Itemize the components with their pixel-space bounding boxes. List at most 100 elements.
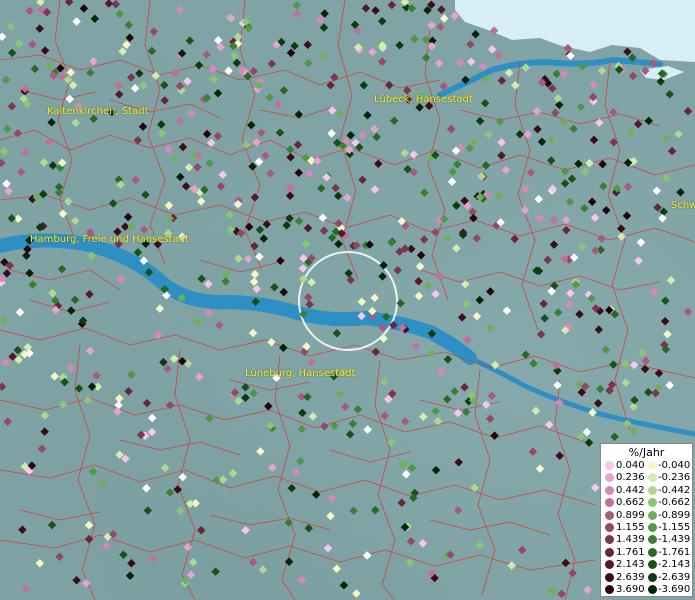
station-marker[interactable] <box>666 275 676 285</box>
station-marker[interactable] <box>320 9 329 18</box>
station-marker[interactable] <box>521 184 531 194</box>
station-marker[interactable] <box>72 576 81 585</box>
station-marker[interactable] <box>567 174 577 183</box>
station-marker[interactable] <box>568 568 577 578</box>
station-marker[interactable] <box>434 59 444 68</box>
station-marker[interactable] <box>660 317 670 326</box>
station-marker[interactable] <box>358 131 367 140</box>
station-marker[interactable] <box>457 313 467 322</box>
station-marker[interactable] <box>560 254 569 264</box>
station-marker[interactable] <box>547 135 556 145</box>
station-marker[interactable] <box>423 281 432 290</box>
station-marker[interactable] <box>279 86 289 95</box>
station-marker[interactable] <box>577 242 587 251</box>
station-marker[interactable] <box>472 233 482 243</box>
station-marker[interactable] <box>204 308 213 317</box>
station-marker[interactable] <box>663 329 672 339</box>
station-marker[interactable] <box>549 240 559 249</box>
station-marker[interactable] <box>205 159 214 168</box>
station-marker[interactable] <box>377 57 387 66</box>
station-marker[interactable] <box>435 271 444 281</box>
station-marker[interactable] <box>250 241 259 251</box>
station-marker[interactable] <box>644 387 653 397</box>
station-marker[interactable] <box>249 389 258 398</box>
station-marker[interactable] <box>64 0 74 7</box>
station-marker[interactable] <box>575 310 584 319</box>
station-marker[interactable] <box>304 58 313 68</box>
station-marker[interactable] <box>307 358 316 367</box>
station-marker[interactable] <box>641 356 651 366</box>
station-marker[interactable] <box>0 382 7 392</box>
station-marker[interactable] <box>330 73 339 82</box>
station-marker[interactable] <box>202 129 212 139</box>
station-marker[interactable] <box>18 525 27 535</box>
station-marker[interactable] <box>510 234 519 244</box>
station-marker[interactable] <box>130 83 140 93</box>
station-marker[interactable] <box>115 394 124 403</box>
station-marker[interactable] <box>135 69 144 78</box>
station-marker[interactable] <box>244 222 254 232</box>
station-marker[interactable] <box>224 66 233 76</box>
station-marker[interactable] <box>114 90 124 99</box>
station-marker[interactable] <box>361 4 371 13</box>
station-marker[interactable] <box>490 431 499 440</box>
station-marker[interactable] <box>339 581 349 590</box>
station-marker[interactable] <box>549 215 559 225</box>
station-marker[interactable] <box>465 143 475 153</box>
station-marker[interactable] <box>125 571 135 580</box>
station-marker[interactable] <box>448 167 458 176</box>
station-marker[interactable] <box>377 16 387 26</box>
station-marker[interactable] <box>486 287 495 296</box>
station-marker[interactable] <box>574 159 583 169</box>
station-marker[interactable] <box>636 238 646 247</box>
station-marker[interactable] <box>584 438 594 447</box>
station-marker[interactable] <box>319 23 329 32</box>
station-marker[interactable] <box>371 347 381 357</box>
station-marker[interactable] <box>71 216 80 226</box>
station-marker[interactable] <box>89 56 98 66</box>
station-marker[interactable] <box>410 34 419 44</box>
station-marker[interactable] <box>40 411 50 420</box>
station-marker[interactable] <box>436 22 445 32</box>
station-marker[interactable] <box>466 57 476 66</box>
station-marker[interactable] <box>303 223 313 233</box>
station-marker[interactable] <box>371 505 380 515</box>
station-marker[interactable] <box>0 147 9 156</box>
station-marker[interactable] <box>537 137 547 147</box>
station-marker[interactable] <box>349 506 358 515</box>
station-marker[interactable] <box>378 272 387 281</box>
station-marker[interactable] <box>504 68 514 78</box>
station-marker[interactable] <box>276 256 285 265</box>
station-marker[interactable] <box>456 58 465 68</box>
station-marker[interactable] <box>164 145 173 154</box>
station-marker[interactable] <box>652 186 662 196</box>
station-marker[interactable] <box>523 130 533 139</box>
station-marker[interactable] <box>453 160 462 169</box>
station-marker[interactable] <box>562 225 571 235</box>
station-marker[interactable] <box>340 402 350 412</box>
station-marker[interactable] <box>292 1 302 10</box>
station-marker[interactable] <box>114 81 124 90</box>
station-marker[interactable] <box>213 88 223 98</box>
station-marker[interactable] <box>104 0 114 8</box>
station-marker[interactable] <box>183 76 192 86</box>
station-marker[interactable] <box>469 138 479 147</box>
station-marker[interactable] <box>400 148 409 158</box>
station-marker[interactable] <box>427 349 436 358</box>
station-marker[interactable] <box>50 372 59 381</box>
station-marker[interactable] <box>328 106 337 115</box>
station-marker[interactable] <box>626 128 636 138</box>
station-marker[interactable] <box>279 343 288 352</box>
station-marker[interactable] <box>543 255 552 265</box>
station-marker[interactable] <box>0 32 7 42</box>
station-marker[interactable] <box>439 14 449 23</box>
station-marker[interactable] <box>35 24 44 33</box>
station-marker[interactable] <box>419 235 429 244</box>
station-marker[interactable] <box>37 444 47 454</box>
station-marker[interactable] <box>267 337 276 347</box>
station-marker[interactable] <box>301 239 311 249</box>
station-marker[interactable] <box>582 427 592 437</box>
station-marker[interactable] <box>450 387 459 396</box>
station-marker[interactable] <box>481 400 491 410</box>
station-marker[interactable] <box>3 124 12 134</box>
